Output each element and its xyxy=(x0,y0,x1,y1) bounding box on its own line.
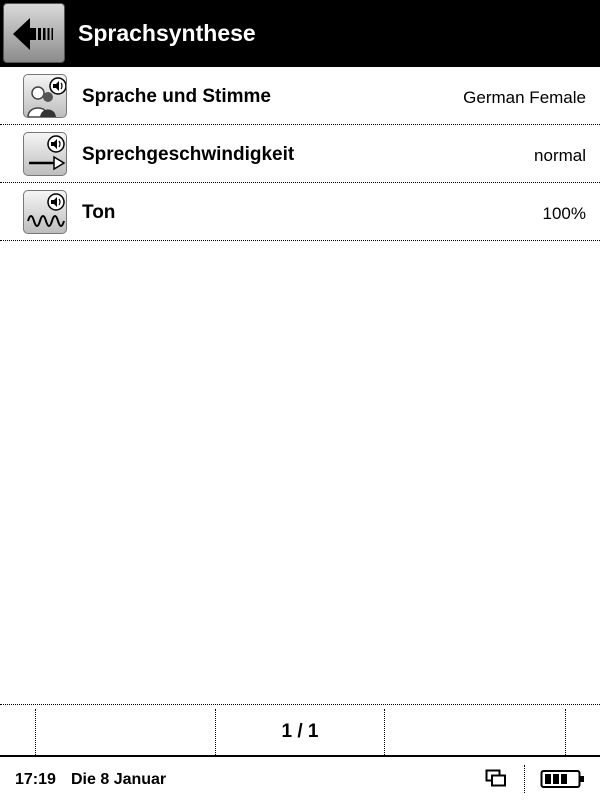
tone-wave-icon xyxy=(23,190,67,234)
setting-label: Sprechgeschwindigkeit xyxy=(82,144,295,165)
settings-list: Sprache und Stimme German Female Sprechg… xyxy=(0,67,600,241)
pager-divider xyxy=(35,709,36,755)
date: Die 8 Januar xyxy=(71,771,167,788)
status-bar: 17:19 Die 8 Januar xyxy=(0,759,600,800)
battery-segment xyxy=(545,774,551,784)
title-bar: Sprachsynthese xyxy=(0,0,600,67)
page-indicator[interactable]: 1 / 1 xyxy=(216,721,384,743)
battery-icon xyxy=(540,770,584,788)
setting-row-speech-speed[interactable]: Sprechgeschwindigkeit normal xyxy=(0,125,600,183)
page-title: Sprachsynthese xyxy=(78,20,256,46)
pager-divider xyxy=(565,709,566,755)
setting-row-tone[interactable]: Ton 100% xyxy=(0,183,600,241)
setting-value: normal xyxy=(534,146,586,165)
setting-value: 100% xyxy=(542,204,586,223)
setting-label: Ton xyxy=(82,202,116,223)
clock: 17:19 xyxy=(15,771,56,788)
speech-speed-icon xyxy=(23,132,67,176)
voice-people-icon xyxy=(23,74,67,118)
setting-label: Sprache und Stimme xyxy=(82,86,271,107)
pager-divider xyxy=(384,709,385,755)
battery-segment xyxy=(561,774,567,784)
status-divider xyxy=(524,765,525,793)
pagination-bar: 1 / 1 xyxy=(0,704,600,757)
setting-row-language-voice[interactable]: Sprache und Stimme German Female xyxy=(0,67,600,125)
back-button[interactable] xyxy=(3,3,65,63)
setting-value: German Female xyxy=(463,88,586,107)
battery-segment xyxy=(553,774,559,784)
task-windows-icon[interactable] xyxy=(485,769,507,787)
arrow-left-icon xyxy=(13,18,53,50)
